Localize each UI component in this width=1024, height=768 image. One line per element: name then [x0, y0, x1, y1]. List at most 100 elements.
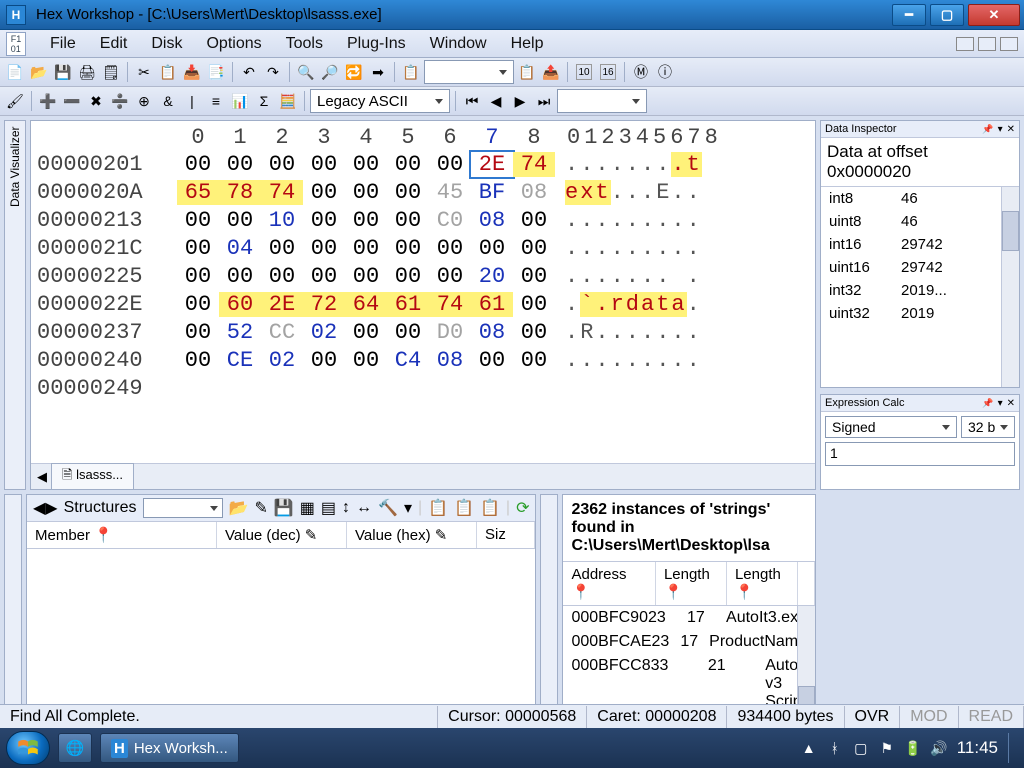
hex-byte[interactable]: 74: [261, 180, 303, 205]
struct-copy3-icon[interactable]: 📋: [480, 498, 500, 518]
expr-sign-select[interactable]: Signed: [825, 416, 957, 438]
hex-byte[interactable]: 00: [429, 236, 471, 261]
hex-byte[interactable]: 00: [387, 264, 429, 289]
copy-icon[interactable]: 📋: [157, 61, 179, 83]
hex-byte[interactable]: 00: [513, 264, 555, 289]
hex-grid[interactable]: 0 1 2 3 4 5 6 7 8 012345678 000002010000…: [31, 121, 815, 463]
op-add-icon[interactable]: ➕: [37, 90, 59, 112]
hex-byte[interactable]: 02: [303, 320, 345, 345]
hex-byte[interactable]: 00: [177, 320, 219, 345]
copy-offset-icon[interactable]: 📋: [400, 61, 422, 83]
start-button[interactable]: [6, 731, 50, 765]
hex-ascii[interactable]: ....... .: [555, 264, 725, 289]
pin-icon[interactable]: [982, 398, 993, 409]
hex-byte[interactable]: 10: [261, 208, 303, 233]
edit-icon[interactable]: ✎: [305, 527, 318, 544]
hex-byte[interactable]: 74: [513, 152, 555, 177]
open-file-icon[interactable]: 📂: [28, 61, 50, 83]
maximize-button[interactable]: ▢: [930, 4, 964, 26]
struct-tool4-icon[interactable]: ↔: [356, 499, 372, 517]
data-visualizer-tab[interactable]: Data Visualizer: [4, 120, 26, 490]
hex-ascii[interactable]: .........: [555, 236, 725, 261]
struct-save-icon[interactable]: 💾: [274, 498, 294, 518]
struct-copy1-icon[interactable]: 📋: [428, 498, 448, 518]
new-file-icon[interactable]: 📄: [4, 61, 26, 83]
hex-byte[interactable]: 00: [177, 292, 219, 317]
hex-byte[interactable]: 00: [345, 152, 387, 177]
export-icon[interactable]: 📤: [540, 61, 562, 83]
hex-byte[interactable]: 61: [387, 292, 429, 317]
hex-byte[interactable]: 78: [219, 180, 261, 205]
hex-byte[interactable]: 00: [345, 236, 387, 261]
menu-disk[interactable]: Disk: [141, 31, 192, 57]
hex-row[interactable]: 00000201000000000000002E74........t: [37, 150, 809, 178]
op-sub-icon[interactable]: ➖: [61, 90, 83, 112]
tray-vm-icon[interactable]: ▢: [853, 740, 869, 756]
nav-last-icon[interactable]: ⏭: [533, 90, 555, 112]
hex-byte[interactable]: 2E: [261, 292, 303, 317]
tray-volume-icon[interactable]: 🔊: [931, 740, 947, 756]
structures-select[interactable]: [143, 498, 223, 518]
panel-close-icon[interactable]: ✕: [1007, 398, 1015, 409]
hex-byte[interactable]: 00: [471, 348, 513, 373]
hex-byte[interactable]: 00: [219, 152, 261, 177]
hex-byte[interactable]: C4: [387, 348, 429, 373]
mdi-minimize-button[interactable]: [956, 37, 974, 51]
hex-byte[interactable]: 00: [471, 236, 513, 261]
hex-byte[interactable]: 74: [429, 292, 471, 317]
hex-byte[interactable]: D0: [429, 320, 471, 345]
find-icon[interactable]: 🔍: [295, 61, 317, 83]
tray-up-icon[interactable]: ▲: [801, 740, 817, 756]
hex-row[interactable]: 00000225000000000000002000....... .: [37, 262, 809, 290]
encoding-select[interactable]: Legacy ASCII: [310, 89, 450, 113]
op-div-icon[interactable]: ➗: [109, 90, 131, 112]
find-next-icon[interactable]: 🔎: [319, 61, 341, 83]
menu-window[interactable]: Window: [420, 31, 497, 57]
hex-row[interactable]: 0000024000CE020000C4080000.........: [37, 346, 809, 374]
properties-icon[interactable]: 🗒: [100, 61, 122, 83]
struct-menu-icon[interactable]: ▾: [404, 498, 412, 518]
hex-byte[interactable]: 04: [219, 236, 261, 261]
file-tab-prev-icon[interactable]: ◀: [37, 469, 47, 485]
struct-copy2-icon[interactable]: 📋: [454, 498, 474, 518]
hex-byte[interactable]: 00: [513, 320, 555, 345]
show-desktop-button[interactable]: [1008, 733, 1018, 763]
hex-byte[interactable]: 00: [303, 180, 345, 205]
structures-nav-icon[interactable]: ◀▶: [33, 498, 58, 518]
hex-byte[interactable]: 00: [303, 236, 345, 261]
hex-byte[interactable]: 00: [177, 152, 219, 177]
paste-icon[interactable]: 📥: [181, 61, 203, 83]
hex-byte[interactable]: 00: [345, 264, 387, 289]
hex-row[interactable]: 00000213000010000000C00800.........: [37, 206, 809, 234]
hex-byte[interactable]: 00: [177, 264, 219, 289]
hex-byte[interactable]: 00: [219, 208, 261, 233]
nav-prev-icon[interactable]: ◀: [485, 90, 507, 112]
hex-byte[interactable]: 00: [429, 264, 471, 289]
hex-ascii[interactable]: .........: [555, 348, 725, 373]
hex-ascii[interactable]: ext...E..: [555, 180, 725, 205]
hex-byte[interactable]: 08: [471, 320, 513, 345]
hex-byte[interactable]: 60: [219, 292, 261, 317]
base-10-icon[interactable]: 10: [573, 61, 595, 83]
hex-byte[interactable]: 00: [345, 320, 387, 345]
nav-select[interactable]: [557, 89, 647, 113]
hex-byte[interactable]: 00: [513, 208, 555, 233]
minimize-button[interactable]: ━: [892, 4, 926, 26]
hex-byte[interactable]: 00: [303, 264, 345, 289]
hex-byte[interactable]: 00: [219, 264, 261, 289]
base-16-icon[interactable]: 16: [597, 61, 619, 83]
hex-byte[interactable]: 00: [303, 348, 345, 373]
cut-icon[interactable]: ✂: [133, 61, 155, 83]
tray-bluetooth-icon[interactable]: ᚼ: [827, 740, 843, 756]
calc-icon[interactable]: 🧮: [277, 90, 299, 112]
paste-special-icon[interactable]: 📑: [205, 61, 227, 83]
hex-byte[interactable]: 08: [513, 180, 555, 205]
op-or-icon[interactable]: |: [181, 90, 203, 112]
hex-byte[interactable]: 00: [345, 208, 387, 233]
expr-input[interactable]: 1: [825, 442, 1015, 466]
hex-byte[interactable]: 08: [471, 208, 513, 233]
tray-battery-icon[interactable]: 🔋: [905, 740, 921, 756]
menu-plugins[interactable]: Plug-Ins: [337, 31, 416, 57]
save-icon[interactable]: 💾: [52, 61, 74, 83]
struct-tool2-icon[interactable]: ▤: [321, 498, 336, 518]
